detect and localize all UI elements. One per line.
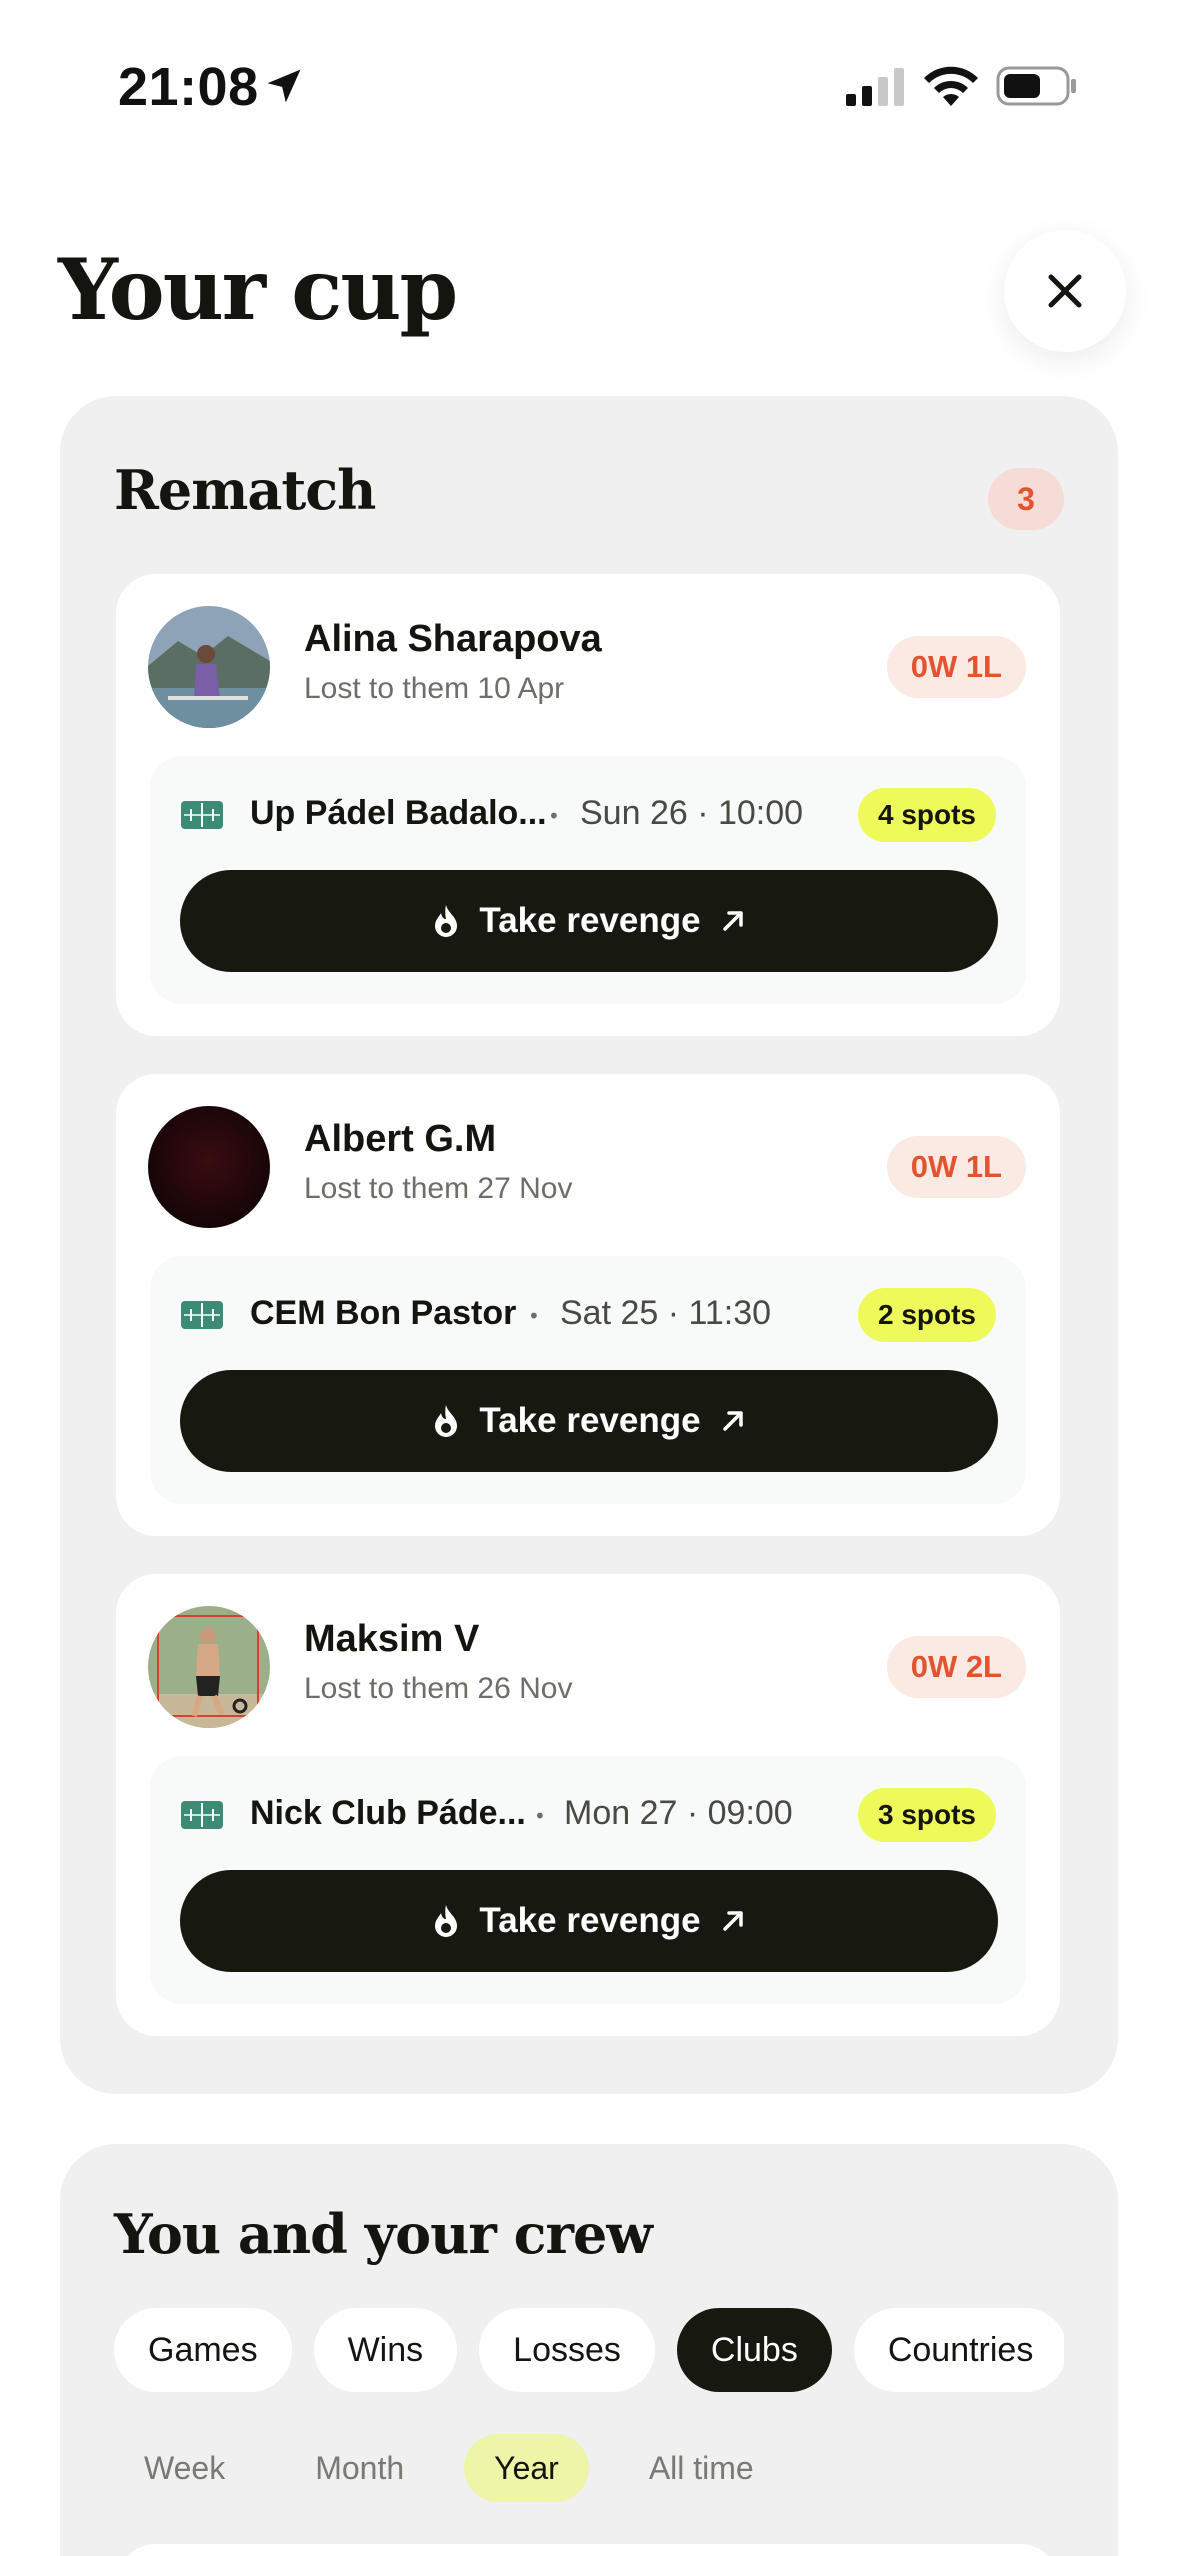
rematch-count-badge: 3 — [988, 468, 1064, 530]
period-month[interactable]: Month — [285, 2434, 434, 2502]
wifi-icon — [924, 66, 978, 106]
player-subtitle: Lost to them 27 Nov — [304, 1172, 573, 1205]
take-revenge-button[interactable]: Take revenge — [180, 1870, 998, 1972]
page-title: Your cup — [58, 240, 458, 339]
period-week[interactable]: Week — [114, 2434, 255, 2502]
take-revenge-label: Take revenge — [479, 901, 701, 940]
match-box[interactable]: Nick Club Páde... • Mon 27 · 09:00 3 spo… — [150, 1756, 1026, 2004]
close-icon — [1048, 274, 1082, 308]
take-revenge-button[interactable]: Take revenge — [180, 870, 998, 972]
arrow-up-right-icon — [722, 1411, 743, 1431]
separator-dot: • — [534, 1804, 546, 1828]
club-name: Up Pádel Badalo... — [250, 794, 547, 832]
spots-badge: 3 spots — [857, 1788, 996, 1842]
take-revenge-button[interactable]: Take revenge — [180, 1370, 998, 1472]
flame-icon — [435, 1405, 458, 1437]
filter-clubs[interactable]: Clubs — [676, 2308, 832, 2392]
cellular-signal-icon — [846, 68, 904, 106]
spots-badge: 4 spots — [857, 788, 996, 842]
avatar[interactable] — [148, 1106, 270, 1228]
arrow-up-right-icon — [722, 1911, 743, 1931]
player-subtitle: Lost to them 26 Nov — [304, 1672, 573, 1705]
leaderboard-card — [116, 2544, 1060, 2556]
record-badge: 0W 1L — [886, 636, 1026, 698]
padel-court-icon — [181, 1801, 223, 1829]
period-tabs: Week Month Year All time — [114, 2434, 784, 2502]
match-time: Sun 26 · 10:00 — [580, 794, 804, 832]
take-revenge-label: Take revenge — [479, 1401, 701, 1440]
status-time: 21:08 — [118, 57, 259, 117]
filter-wins[interactable]: Wins — [313, 2308, 458, 2392]
separator-dot: • — [548, 804, 560, 828]
filter-losses[interactable]: Losses — [479, 2308, 655, 2392]
close-button[interactable] — [1004, 230, 1126, 352]
period-all-time[interactable]: All time — [619, 2434, 784, 2502]
match-time: Mon 27 · 09:00 — [564, 1794, 793, 1832]
arrow-up-right-icon — [722, 911, 743, 931]
battery-icon — [996, 66, 1076, 106]
record-badge: 0W 2L — [886, 1636, 1026, 1698]
flame-icon — [435, 1905, 458, 1937]
club-name: Nick Club Páde... — [250, 1794, 526, 1832]
status-bar: 21:08 — [0, 0, 1179, 170]
player-name: Alina Sharapova — [304, 618, 602, 660]
padel-court-icon — [181, 1301, 223, 1329]
avatar[interactable] — [148, 1606, 270, 1728]
club-name: CEM Bon Pastor — [250, 1294, 517, 1332]
flame-icon — [435, 905, 458, 937]
match-box[interactable]: CEM Bon Pastor • Sat 25 · 11:30 2 spots … — [150, 1256, 1026, 1504]
filter-games[interactable]: Games — [114, 2308, 292, 2392]
match-box[interactable]: Up Pádel Badalo... • Sun 26 · 10:00 4 sp… — [150, 756, 1026, 1004]
player-subtitle: Lost to them 10 Apr — [304, 672, 565, 705]
rematch-section: Rematch 3 Alina Sharapova Lost to them 1… — [60, 396, 1118, 2094]
location-arrow-icon — [267, 69, 301, 103]
player-name: Maksim V — [304, 1618, 480, 1660]
crew-title: You and your crew — [114, 2202, 653, 2266]
rematch-card: Maksim V Lost to them 26 Nov 0W 2L Nick … — [116, 1574, 1060, 2036]
period-year[interactable]: Year — [464, 2434, 589, 2502]
rematch-card: Alina Sharapova Lost to them 10 Apr 0W 1… — [116, 574, 1060, 1036]
separator-dot: • — [528, 1304, 540, 1328]
take-revenge-label: Take revenge — [479, 1901, 701, 1940]
padel-court-icon — [181, 801, 223, 829]
player-name: Albert G.M — [304, 1118, 497, 1160]
filter-tabs: Games Wins Losses Clubs Countries — [114, 2308, 1064, 2392]
crew-section: You and your crew Games Wins Losses Club… — [60, 2144, 1118, 2556]
filter-countries[interactable]: Countries — [853, 2308, 1064, 2392]
rematch-title: Rematch — [114, 458, 376, 522]
match-time: Sat 25 · 11:30 — [560, 1294, 772, 1332]
spots-badge: 2 spots — [857, 1288, 996, 1342]
rematch-card: Albert G.M Lost to them 27 Nov 0W 1L CEM… — [116, 1074, 1060, 1536]
avatar[interactable] — [148, 606, 270, 728]
record-badge: 0W 1L — [886, 1136, 1026, 1198]
